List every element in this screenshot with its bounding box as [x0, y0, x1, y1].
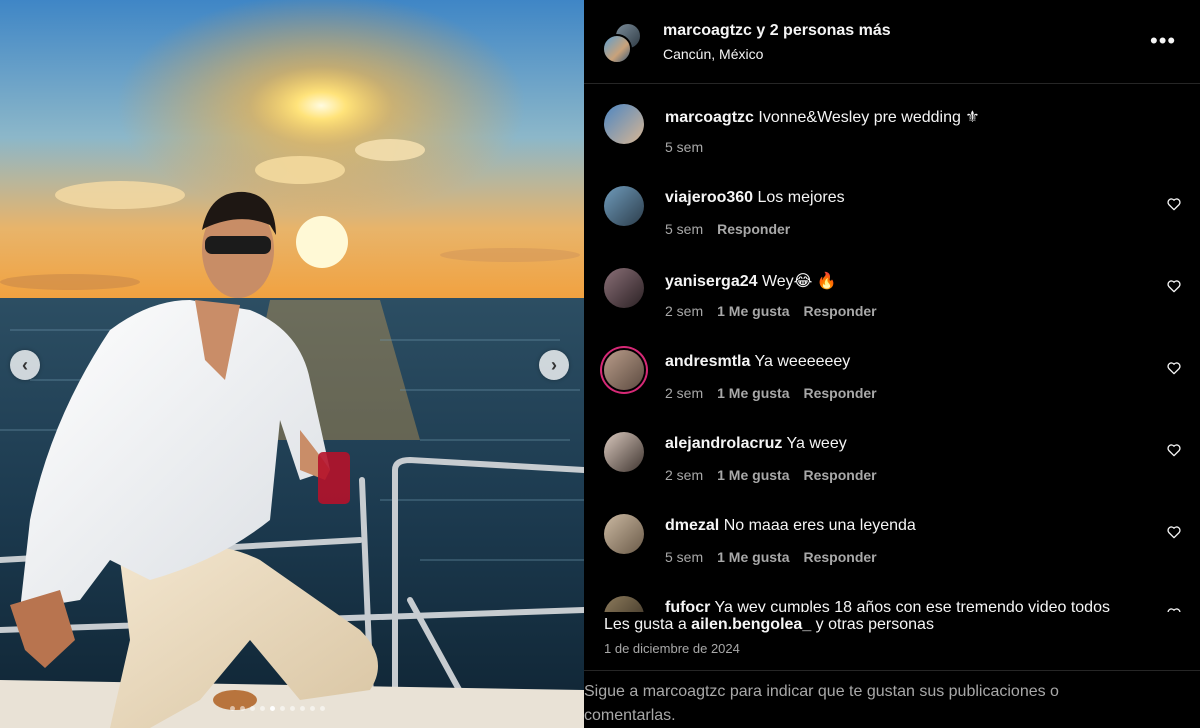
comment-body: Ya weey — [782, 435, 847, 452]
carousel-dot — [270, 706, 275, 711]
chevron-right-icon: › — [551, 354, 557, 375]
carousel-dot — [310, 706, 315, 711]
comment-body: No maaa eres una leyenda — [719, 517, 916, 534]
chevron-left-icon: ‹ — [22, 354, 28, 375]
avatar[interactable] — [604, 104, 644, 144]
post-footer: Les gusta a ailen.bengolea_ y otras pers… — [584, 612, 1200, 728]
carousel-dot — [290, 706, 295, 711]
comment-text: viajeroo360 Los mejores — [665, 189, 845, 207]
comment-username[interactable]: marcoagtzc — [665, 109, 754, 126]
reply-button[interactable]: Responder — [803, 303, 876, 319]
heart-icon[interactable] — [1166, 442, 1182, 458]
heart-icon[interactable] — [1166, 196, 1182, 212]
comment-username[interactable]: viajeroo360 — [665, 189, 753, 206]
comment-time[interactable]: 5 sem — [665, 221, 703, 237]
comment-body: Ya weeeeeey — [750, 353, 851, 370]
heart-icon[interactable] — [1166, 278, 1182, 294]
comment-text: dmezal No maaa eres una leyenda — [665, 517, 916, 535]
comment-time[interactable]: 2 sem — [665, 467, 703, 483]
comment-item: viajeroo360 Los mejores 5 sem Responder — [584, 174, 1200, 256]
comment-meta: 2 sem 1 Me gusta Responder — [665, 385, 877, 401]
more-options-icon[interactable]: ••• — [1150, 28, 1176, 54]
comment-item: alejandrolacruz Ya weey 2 sem 1 Me gusta Re… — [584, 420, 1200, 502]
comment-likes[interactable]: 1 Me gusta — [717, 385, 789, 401]
comment-text: alejandrolacruz Ya weey — [665, 435, 847, 453]
reply-button[interactable]: Responder — [803, 467, 876, 483]
comment-meta: 5 sem — [665, 139, 703, 155]
carousel-dot — [230, 706, 235, 711]
avatar[interactable] — [604, 514, 644, 554]
avatar[interactable] — [604, 596, 644, 612]
comment-likes[interactable]: 1 Me gusta — [717, 549, 789, 565]
post-photo — [0, 0, 584, 728]
heart-icon[interactable] — [1166, 360, 1182, 376]
comment-text: marcoagtzc Ivonne&Wesley pre wedding ⚜ — [665, 107, 980, 127]
comment-likes[interactable]: 1 Me gusta — [717, 467, 789, 483]
comments-list[interactable]: marcoagtzc Ivonne&Wesley pre wedding ⚜ 5 … — [584, 92, 1200, 612]
comment-item: andresmtla Ya weeeeeey 2 sem 1 Me gusta Res… — [584, 338, 1200, 420]
avatar[interactable] — [604, 268, 644, 308]
comment-likes[interactable]: 1 Me gusta — [717, 303, 789, 319]
carousel-dot — [260, 706, 265, 711]
follow-prompt: Sigue a marcoagtzc para indicar que te g… — [584, 683, 1059, 724]
comment-meta: 5 sem 1 Me gusta Responder — [665, 549, 877, 565]
carousel-dot — [300, 706, 305, 711]
comment-body: Wey😂 🔥 — [757, 273, 837, 290]
liker-username[interactable]: ailen.bengolea_ — [691, 616, 811, 633]
comment-username[interactable]: fufocr — [665, 599, 710, 612]
comment-body: Los mejores — [753, 189, 845, 206]
post-sidebar: marcoagtzc y 2 personas más Cancún, Méxi… — [584, 0, 1200, 728]
carousel-indicator — [230, 706, 325, 711]
comment-text: fufocr Ya wey cumples 18 años con ese tr… — [665, 599, 1110, 612]
post-location[interactable]: Cancún, México — [663, 46, 763, 62]
post-date: 1 de diciembre de 2024 — [604, 641, 740, 656]
comment-text: andresmtla Ya weeeeeey — [665, 353, 850, 371]
comment-item: fufocr Ya wey cumples 18 años con ese tr… — [584, 584, 1200, 612]
divider — [584, 670, 1200, 671]
reply-button[interactable]: Responder — [717, 221, 790, 237]
comment-username[interactable]: andresmtla — [665, 353, 750, 370]
comment-time[interactable]: 2 sem — [665, 385, 703, 401]
carousel-next-button[interactable]: › — [539, 350, 569, 380]
comment-username[interactable]: alejandrolacruz — [665, 435, 782, 452]
comment-item: yaniserga24 Wey😂 🔥 2 sem 1 Me gusta Respond… — [584, 256, 1200, 338]
comment-item: marcoagtzc Ivonne&Wesley pre wedding ⚜ 5 … — [584, 92, 1200, 174]
likes-summary[interactable]: Les gusta a ailen.bengolea_ y otras pers… — [604, 616, 934, 634]
post-media[interactable]: ‹ › — [0, 0, 584, 728]
reply-button[interactable]: Responder — [803, 385, 876, 401]
comment-username[interactable]: yaniserga24 — [665, 273, 758, 290]
comment-body: Ya wey cumples 18 años con ese tremendo … — [710, 599, 1110, 612]
carousel-dot — [320, 706, 325, 711]
comment-meta: 2 sem 1 Me gusta Responder — [665, 467, 877, 483]
avatar[interactable] — [604, 186, 644, 226]
post-authors[interactable]: marcoagtzc y 2 personas más — [663, 22, 891, 40]
comment-meta: 5 sem Responder — [665, 221, 790, 237]
reply-button[interactable]: Responder — [803, 549, 876, 565]
carousel-dot — [240, 706, 245, 711]
collaborators-avatar[interactable] — [602, 22, 646, 66]
carousel-dot — [280, 706, 285, 711]
avatar[interactable] — [604, 432, 644, 472]
comment-text: yaniserga24 Wey😂 🔥 — [665, 271, 837, 291]
comment-item: dmezal No maaa eres una leyenda 5 sem 1 Me… — [584, 502, 1200, 584]
comment-time[interactable]: 5 sem — [665, 549, 703, 565]
post-header: marcoagtzc y 2 personas más Cancún, Méxi… — [584, 0, 1200, 84]
comment-body: Ivonne&Wesley pre wedding ⚜ — [753, 109, 980, 126]
comment-username[interactable]: dmezal — [665, 517, 719, 534]
comment-time[interactable]: 5 sem — [665, 139, 703, 155]
comment-time[interactable]: 2 sem — [665, 303, 703, 319]
heart-icon[interactable] — [1166, 524, 1182, 540]
carousel-prev-button[interactable]: ‹ — [10, 350, 40, 380]
avatar — [602, 34, 632, 64]
comment-meta: 2 sem 1 Me gusta Responder — [665, 303, 877, 319]
carousel-dot — [250, 706, 255, 711]
avatar[interactable] — [604, 350, 644, 390]
